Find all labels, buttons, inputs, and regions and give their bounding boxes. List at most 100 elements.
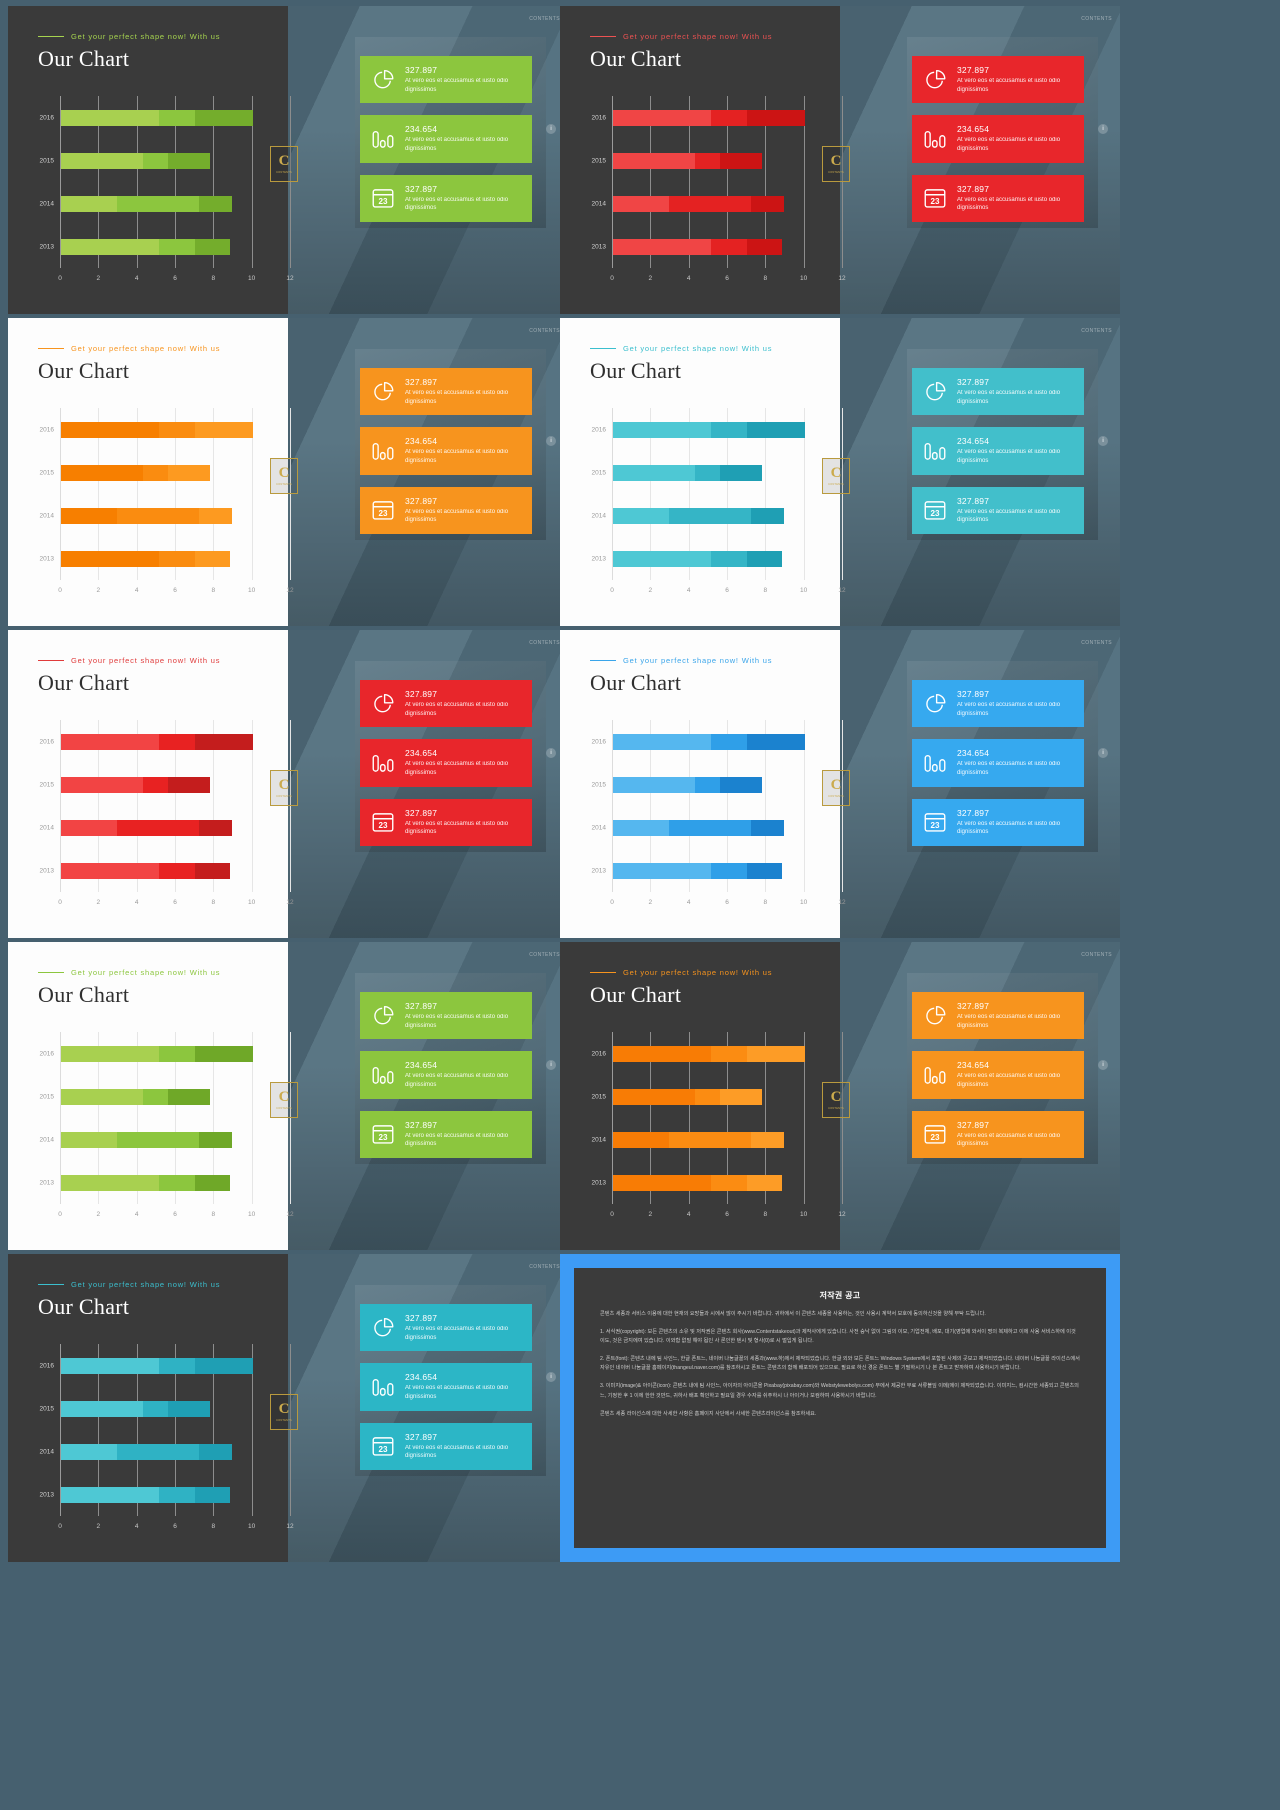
info-card-description: At vero eos et accusamus et iusto odio d… — [957, 449, 1061, 465]
info-badge-icon[interactable]: i — [546, 124, 556, 134]
info-card[interactable]: 23 327.897 At vero eos et accusamus et ius… — [360, 1110, 532, 1159]
gridline — [842, 96, 843, 268]
kicker: Get your perfect shape now! With us — [38, 32, 220, 41]
info-card-number: 234.654 — [405, 124, 438, 135]
bar-chart: 0 2 4 6 8 10 12 2016 2015 2014 2013 — [592, 1032, 846, 1218]
calendar-23-icon: 23 — [370, 1433, 396, 1459]
info-card[interactable]: 23 327.897 At vero eos et accusamus et ius… — [912, 486, 1084, 535]
info-badge-icon[interactable]: i — [546, 1372, 556, 1382]
info-badge-icon[interactable]: i — [546, 1060, 556, 1070]
slide: CONTENTS Get your perfect shape now! With… — [8, 318, 568, 626]
kicker-rule — [590, 971, 616, 974]
bar-segment — [613, 238, 711, 255]
info-card-text: 234.654 At vero eos et accusamus et iusto… — [957, 1060, 1074, 1089]
bar-segment — [158, 550, 196, 567]
info-card[interactable]: 327.897 At vero eos et accusamus et iusto… — [912, 680, 1084, 728]
info-card[interactable]: 234.654 At vero eos et accusamus et iusto… — [912, 427, 1084, 475]
bar-segment — [61, 550, 159, 567]
bar-2014 — [613, 1131, 784, 1148]
info-card-list: 327.897 At vero eos et accusamus et iusto… — [912, 680, 1084, 847]
slide: CONTENTS Get your perfect shape now! With… — [560, 6, 1120, 314]
y-axis-category-label: 2014 — [39, 1448, 54, 1455]
y-axis-category-label: 2015 — [591, 781, 606, 788]
bar-segment — [143, 1088, 169, 1105]
calendar-23-icon: 23 — [370, 809, 396, 835]
info-card[interactable]: 234.654 At vero eos et accusamus et iusto… — [912, 115, 1084, 163]
kicker-rule — [38, 347, 64, 350]
info-card[interactable]: 234.654 At vero eos et accusamus et iusto… — [360, 739, 532, 787]
calendar-23-icon: 23 — [370, 185, 396, 211]
bar-chart-icon — [370, 126, 396, 152]
info-badge-icon[interactable]: i — [546, 748, 556, 758]
kicker-text: Get your perfect shape now! With us — [71, 968, 221, 977]
x-axis-tick-label: 6 — [173, 1523, 177, 1530]
contents-stamp: C CONTENTS — [822, 1082, 850, 1118]
bar-segment — [710, 733, 748, 750]
info-card[interactable]: 23 327.897 At vero eos et accusamus et ius… — [912, 1110, 1084, 1159]
info-card[interactable]: 23 327.897 At vero eos et accusamus et ius… — [360, 174, 532, 223]
y-axis-category-label: 2014 — [591, 512, 606, 519]
info-badge-icon[interactable]: i — [1098, 124, 1108, 134]
info-card[interactable]: 234.654 At vero eos et accusamus et iusto… — [912, 739, 1084, 787]
bar-segment — [116, 1443, 199, 1460]
info-card[interactable]: 23 327.897 At vero eos et accusamus et ius… — [912, 798, 1084, 847]
x-axis-tick-label: 4 — [134, 1523, 139, 1530]
info-card[interactable]: 327.897 At vero eos et accusamus et iusto… — [360, 992, 532, 1040]
bar-segment — [613, 819, 669, 836]
info-card-description: At vero eos et accusamus et iusto odio d… — [405, 508, 509, 524]
stamp-sublabel: CONTENTS — [828, 483, 844, 486]
bar-2016 — [613, 109, 805, 126]
pie-chart-icon — [370, 1003, 396, 1029]
bar-2015 — [613, 464, 763, 481]
info-card[interactable]: 327.897 At vero eos et accusamus et iusto… — [912, 368, 1084, 416]
svg-text:23: 23 — [930, 822, 940, 831]
info-card-description: At vero eos et accusamus et iusto odio d… — [405, 449, 509, 465]
info-card-number: 234.654 — [957, 436, 990, 447]
info-card[interactable]: 327.897 At vero eos et accusamus et iusto… — [360, 56, 532, 104]
info-card[interactable]: 23 327.897 At vero eos et accusamus et ius… — [360, 486, 532, 535]
info-card[interactable]: 327.897 At vero eos et accusamus et iusto… — [360, 680, 532, 728]
info-badge-icon[interactable]: i — [1098, 748, 1108, 758]
bar-chart-icon — [922, 750, 948, 776]
bar-segment — [668, 195, 751, 212]
bar-segment — [668, 1131, 751, 1148]
info-badge-icon[interactable]: i — [546, 436, 556, 446]
info-card[interactable]: 327.897 At vero eos et accusamus et iusto… — [360, 368, 532, 416]
info-card[interactable]: 23 327.897 At vero eos et accusamus et ius… — [360, 1422, 532, 1471]
bar-segment — [613, 109, 711, 126]
info-card-description: At vero eos et accusamus et iusto odio d… — [405, 1014, 509, 1029]
info-badge-icon[interactable]: i — [1098, 1060, 1108, 1070]
bar-segment — [158, 1045, 196, 1062]
info-card[interactable]: 234.654 At vero eos et accusamus et iusto… — [912, 1051, 1084, 1099]
x-axis-tick-label: 4 — [134, 1211, 139, 1218]
bar-2016 — [61, 1357, 253, 1374]
bar-segment — [710, 1174, 748, 1191]
info-badge-icon[interactable]: i — [1098, 436, 1108, 446]
info-card-number: 327.897 — [957, 495, 990, 506]
info-card-number: 327.897 — [405, 1431, 438, 1442]
pie-chart-icon — [922, 691, 948, 717]
info-card[interactable]: 327.897 At vero eos et accusamus et iusto… — [360, 1304, 532, 1352]
bar-segment — [61, 733, 159, 750]
info-card[interactable]: 234.654 At vero eos et accusamus et iusto… — [360, 115, 532, 163]
page-title: Our Chart — [38, 358, 130, 383]
info-card[interactable]: 327.897 At vero eos et accusamus et iusto… — [912, 56, 1084, 104]
x-axis-tick-label: 6 — [173, 899, 177, 906]
info-card[interactable]: 234.654 At vero eos et accusamus et iusto… — [360, 1051, 532, 1099]
info-card-text: 327.897 At vero eos et accusamus et iusto… — [405, 1313, 522, 1342]
info-card[interactable]: 23 327.897 At vero eos et accusamus et ius… — [360, 798, 532, 847]
info-card[interactable]: 23 327.897 At vero eos et accusamus et ius… — [912, 174, 1084, 223]
slide-deck-overview: CONTENTS Get your perfect shape now! With… — [0, 0, 1280, 1810]
bar-segment — [747, 1174, 782, 1191]
x-axis-tick-label: 10 — [248, 1211, 256, 1218]
x-axis-tick-label: 0 — [610, 899, 614, 906]
bar-segment — [158, 1357, 196, 1374]
kicker: Get your perfect shape now! With us — [590, 968, 772, 977]
x-axis-tick-label: 8 — [763, 275, 768, 282]
info-card[interactable]: 234.654 At vero eos et accusamus et iusto… — [360, 1363, 532, 1411]
info-card-text: 234.654 At vero eos et accusamus et iusto… — [405, 436, 522, 465]
info-card[interactable]: 327.897 At vero eos et accusamus et iusto… — [912, 992, 1084, 1040]
info-card[interactable]: 234.654 At vero eos et accusamus et iusto… — [360, 427, 532, 475]
corner-watermark: CONTENTS — [529, 328, 560, 334]
y-axis-category-label: 2013 — [591, 1179, 606, 1186]
